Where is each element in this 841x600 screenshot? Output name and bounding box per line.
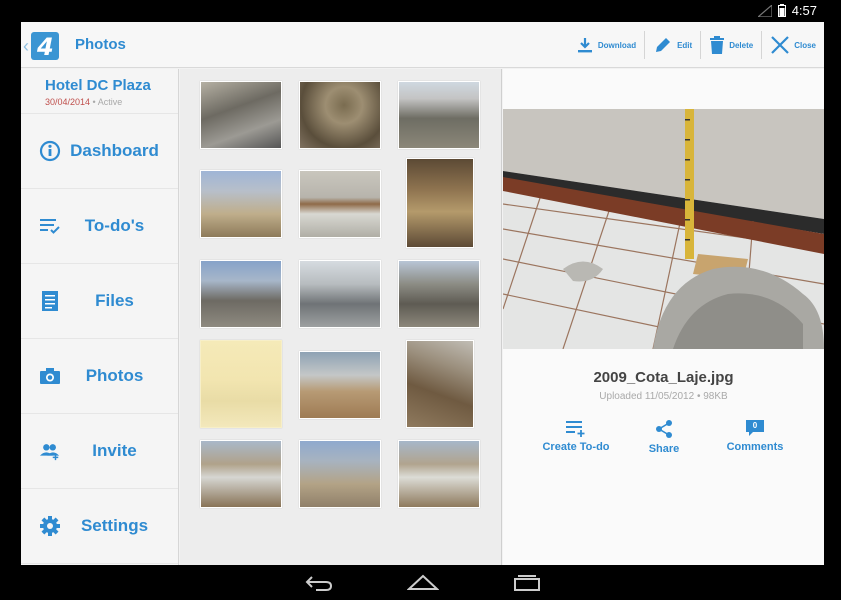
file-icon (39, 290, 61, 312)
share-icon (656, 420, 672, 438)
delete-button[interactable]: Delete (701, 22, 761, 68)
share-label: Share (648, 443, 680, 455)
comments-count: 0 (752, 421, 758, 430)
photo-thumbnail[interactable] (398, 440, 480, 508)
file-meta: Uploaded 11/05/2012 • 98KB (599, 391, 728, 402)
trash-icon (710, 36, 725, 54)
app-window: ‹ 4 Photos Download Edit Delete Close Ho… (21, 22, 824, 565)
delete-label: Delete (729, 40, 754, 50)
sidebar-item-label: Files (95, 291, 134, 310)
sidebar-item-label: Dashboard (70, 141, 159, 160)
sidebar-item-dashboard[interactable]: Dashboard (21, 114, 178, 189)
back-chevron-icon: ‹ (23, 35, 29, 56)
recent-apps-icon[interactable] (513, 573, 541, 591)
edit-button[interactable]: Edit (645, 22, 700, 68)
sidebar-item-files[interactable]: Files (21, 264, 178, 339)
photo-preview[interactable] (503, 109, 824, 349)
sidebar: Hotel DC Plaza 30/04/2014 • Active Dashb… (21, 69, 179, 565)
gear-icon (39, 515, 61, 537)
comments-button[interactable]: 0 Comments (710, 419, 800, 453)
edit-label: Edit (677, 40, 693, 50)
photo-thumbnail[interactable] (299, 170, 381, 238)
page-title: Photos (75, 36, 126, 53)
project-name: Hotel DC Plaza (45, 77, 151, 94)
info-icon (39, 140, 61, 162)
status-bar: 4:57 (0, 0, 841, 22)
photo-thumbnail[interactable] (299, 81, 381, 149)
download-icon (577, 38, 592, 53)
file-name: 2009_Cota_Laje.jpg (593, 369, 734, 386)
battery-icon (777, 4, 786, 17)
sidebar-item-label: Photos (85, 366, 144, 385)
photo-thumbnail[interactable] (200, 260, 282, 328)
invite-people-icon (39, 440, 61, 462)
logo-letter: 4 (37, 33, 54, 60)
photo-thumbnail[interactable] (200, 440, 282, 508)
create-todo-label: Create To-do (542, 441, 610, 453)
clock: 4:57 (791, 3, 817, 18)
photo-thumbnail[interactable] (398, 81, 480, 149)
comment-icon: 0 (745, 419, 765, 437)
share-button[interactable]: Share (639, 419, 689, 455)
back-nav-icon[interactable] (304, 573, 334, 591)
photo-thumbnail[interactable] (299, 440, 381, 508)
project-date: 30/04/2014 (45, 97, 91, 107)
sidebar-item-settings[interactable]: Settings (21, 489, 178, 564)
project-status: Active (97, 97, 123, 107)
pencil-icon (656, 38, 671, 52)
project-separator: • (90, 97, 98, 107)
sidebar-item-label: To-do's (84, 216, 145, 235)
photo-thumbnail[interactable] (299, 351, 381, 419)
photo-thumbnail[interactable] (299, 260, 381, 328)
navigation-bar (0, 565, 841, 600)
close-icon (771, 36, 789, 54)
add-todo-icon (566, 421, 585, 437)
photo-detail-panel: 2009_Cota_Laje.jpg Uploaded 11/05/2012 •… (503, 69, 824, 565)
app-logo: 4 (31, 32, 59, 60)
action-bar: ‹ 4 Photos Download Edit Delete Close (21, 22, 824, 68)
photo-thumbnail[interactable] (406, 158, 474, 248)
photo-thumbnail[interactable] (200, 170, 282, 238)
photo-thumbnail[interactable] (398, 260, 480, 328)
sidebar-item-label: Settings (80, 516, 149, 535)
sidebar-item-label: Invite (92, 441, 137, 460)
comments-label: Comments (726, 441, 784, 453)
download-button[interactable]: Download (568, 22, 644, 68)
sidebar-item-invite[interactable]: Invite (21, 414, 178, 489)
create-todo-button[interactable]: Create To-do (531, 419, 621, 453)
photo-thumbnail[interactable] (406, 340, 474, 428)
todo-list-icon (39, 215, 61, 237)
detail-actions: Create To-do Share 0 Comments (503, 419, 824, 469)
close-label: Close (794, 40, 816, 50)
sidebar-item-todos[interactable]: To-do's (21, 189, 178, 264)
home-nav-icon[interactable] (407, 573, 439, 591)
photo-thumbnail[interactable] (200, 81, 282, 149)
photo-preview-image (503, 109, 824, 349)
toolbar-actions: Download Edit Delete Close (568, 22, 824, 68)
project-header[interactable]: Hotel DC Plaza 30/04/2014 • Active (21, 69, 178, 114)
signal-icon (757, 4, 772, 17)
close-button[interactable]: Close (762, 22, 824, 68)
app-logo-button[interactable]: ‹ 4 (21, 30, 71, 62)
sidebar-item-photos[interactable]: Photos (21, 339, 178, 414)
download-label: Download (597, 40, 637, 50)
camera-icon (39, 365, 61, 387)
project-meta: 30/04/2014 • Active (45, 97, 178, 107)
photo-thumbnail-selected[interactable] (200, 340, 282, 428)
photo-grid (180, 69, 502, 565)
